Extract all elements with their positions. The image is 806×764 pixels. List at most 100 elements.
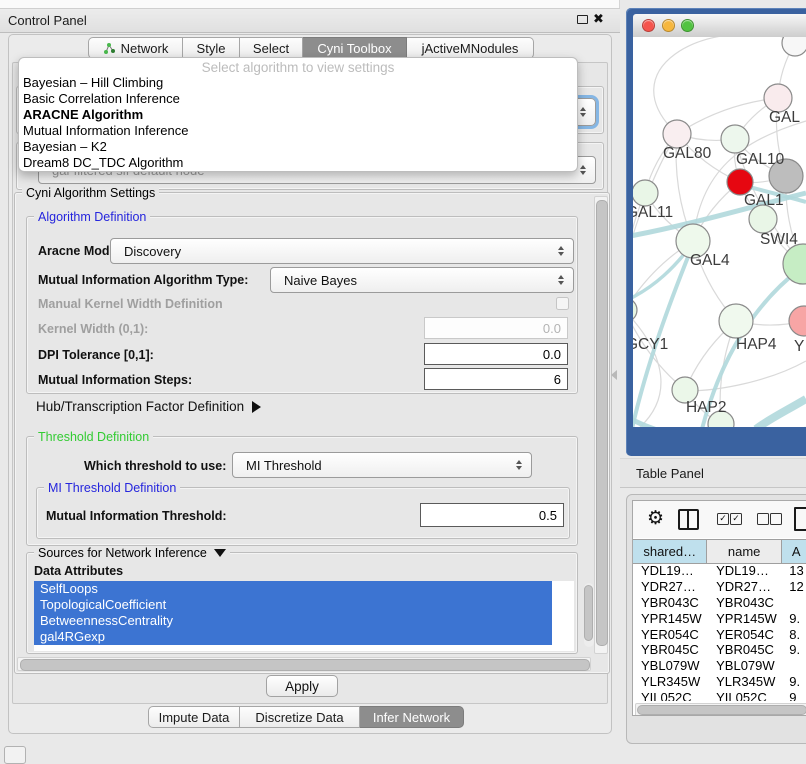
which-threshold-combobox[interactable]: MI Threshold xyxy=(232,452,532,478)
graph-node-salmon-node[interactable] xyxy=(789,306,806,336)
table-cell: YDL19… xyxy=(633,563,708,578)
data-attribute-item[interactable]: TopologicalCoefficient xyxy=(34,597,552,613)
data-attribute-item[interactable]: SelfLoops xyxy=(34,581,552,597)
checked-checkbox-icon[interactable]: ✓ xyxy=(730,513,742,525)
combo-arrows-icon xyxy=(558,275,564,285)
checked-checkbox-icon[interactable]: ✓ xyxy=(717,513,729,525)
graph-node-HAP4[interactable] xyxy=(719,304,753,338)
minimize-traffic-light-icon[interactable] xyxy=(662,19,675,32)
table-cell: YBR043C xyxy=(708,595,781,610)
table-row[interactable]: YBL079WYBL079W xyxy=(633,658,806,674)
kernel-width-field[interactable]: 0.0 xyxy=(424,317,568,339)
sources-group-title-row[interactable]: Sources for Network Inference xyxy=(34,546,230,560)
close-icon[interactable]: ✖ xyxy=(593,11,604,27)
algorithm-option[interactable]: ARACNE Algorithm xyxy=(19,107,577,123)
tab-select[interactable]: Select xyxy=(240,37,303,59)
table-body[interactable]: YDL19…YDL19…13YDR27…YDR27…12YBR043CYBR04… xyxy=(633,563,806,701)
tab-jactivemnodules[interactable]: jActiveMNodules xyxy=(407,37,534,59)
mi-threshold-group-title: MI Threshold Definition xyxy=(44,481,180,495)
tab-network[interactable]: Network xyxy=(88,37,183,59)
kernel-width-value: 0.0 xyxy=(543,321,561,336)
table-row[interactable]: YPR145WYPR145W9. xyxy=(633,610,806,626)
mi-type-combobox[interactable]: Naive Bayes xyxy=(270,267,574,293)
columns-icon[interactable] xyxy=(678,509,699,530)
scrollbar-thumb[interactable] xyxy=(596,200,608,646)
graph-node-node-top[interactable] xyxy=(782,37,806,56)
table-cell: YDR27… xyxy=(708,579,781,594)
table-panel-title: Table Panel xyxy=(620,466,704,481)
algorithm-option[interactable]: Dream8 DC_TDC Algorithm xyxy=(19,155,577,171)
close-traffic-light-icon[interactable] xyxy=(642,19,655,32)
tab-cyni-toolbox[interactable]: Cyni Toolbox xyxy=(303,37,407,59)
tab-infer-network[interactable]: Infer Network xyxy=(360,706,464,728)
splitpane-toggle[interactable] xyxy=(611,370,617,380)
unchecked-checkbox-icon[interactable] xyxy=(770,513,782,525)
algorithm-option[interactable]: Bayesian – K2 xyxy=(19,139,577,155)
minimized-panel-icon[interactable] xyxy=(4,746,26,764)
table-row[interactable]: YIL052CYIL052C9 xyxy=(633,689,806,701)
settings-horizontal-scrollbar[interactable] xyxy=(17,657,591,671)
graph-node-label: GAL1 xyxy=(744,192,784,209)
float-window-icon[interactable] xyxy=(577,15,588,24)
bottom-tabbar: Impute Data Discretize Data Infer Networ… xyxy=(148,706,464,729)
graph-node-GCY1[interactable] xyxy=(633,298,637,322)
algorithm-option[interactable]: Bayesian – Hill Climbing xyxy=(19,75,577,91)
tab-label: Style xyxy=(197,41,226,56)
column-header-shared-name[interactable]: shared… xyxy=(633,540,707,563)
table-row[interactable]: YBR045CYBR045C9. xyxy=(633,642,806,658)
mi-steps-field[interactable]: 6 xyxy=(424,368,568,390)
table-cell: 8. xyxy=(781,627,806,642)
combo-arrows-icon xyxy=(580,107,586,117)
network-canvas[interactable]: GALGAL80GAL10GAL1GAL11GAL4SWI4GCY1HAP4YH… xyxy=(633,37,806,427)
graph-node-label: GCY1 xyxy=(633,336,668,353)
graph-node-GAL80[interactable] xyxy=(663,120,691,148)
list-scrollbar-thumb[interactable] xyxy=(584,585,593,641)
scrollbar-thumb[interactable] xyxy=(20,659,590,671)
graph-node-green-mid[interactable] xyxy=(749,205,777,233)
table-cell: 13 xyxy=(781,563,806,578)
algorithm-option[interactable]: Mutual Information Inference xyxy=(19,123,577,139)
table-row[interactable]: YBR043CYBR043C xyxy=(633,595,806,611)
table-cell: YER054C xyxy=(633,627,708,642)
settings-vertical-scrollbar[interactable] xyxy=(594,196,608,654)
algorithm-dropdown-list: Bayesian – Hill ClimbingBasic Correlatio… xyxy=(19,75,577,171)
graph-node-label: HAP2 xyxy=(686,399,727,416)
apply-label: Apply xyxy=(285,679,319,694)
table-row[interactable]: YDL19…YDL19…13 xyxy=(633,563,806,579)
tab-discretize-data[interactable]: Discretize Data xyxy=(240,706,360,728)
unchecked-checkbox-icon[interactable] xyxy=(757,513,769,525)
table-row[interactable]: YLR345WYLR345W9. xyxy=(633,674,806,690)
network-view-window[interactable]: GALGAL80GAL10GAL1GAL11GAL4SWI4GCY1HAP4YH… xyxy=(626,8,806,456)
tab-impute-data[interactable]: Impute Data xyxy=(148,706,240,728)
table-row[interactable]: YER054CYER054C8. xyxy=(633,626,806,642)
control-panel-title: Control Panel xyxy=(0,13,87,28)
aracne-mode-value: Discovery xyxy=(124,244,181,259)
data-attribute-item[interactable]: gal4RGexp xyxy=(34,629,552,645)
graph-node-gal-partial[interactable] xyxy=(764,84,792,112)
data-attribute-item[interactable]: BetweennessCentrality xyxy=(34,613,552,629)
manual-kernel-checkbox[interactable] xyxy=(556,297,569,310)
table-cell: YIL052C xyxy=(633,690,708,701)
mi-threshold-field[interactable]: 0.5 xyxy=(420,503,564,527)
scrollbar-thumb[interactable] xyxy=(637,705,806,715)
table-horizontal-scrollbar[interactable] xyxy=(635,703,806,716)
table-row[interactable]: YDR27…YDR27…12 xyxy=(633,579,806,595)
data-attributes-list[interactable]: SelfLoopsTopologicalCoefficientBetweenne… xyxy=(34,581,574,651)
tab-style[interactable]: Style xyxy=(183,37,240,59)
hub-definition-toggle[interactable]: Hub/Transcription Factor Definition xyxy=(36,399,261,414)
graph-node-GAL11[interactable] xyxy=(633,180,658,206)
graph-node-GAL10[interactable] xyxy=(721,125,749,153)
aracne-mode-combobox[interactable]: Discovery xyxy=(110,238,574,264)
algorithm-option[interactable]: Basic Correlation Inference xyxy=(19,91,577,107)
column-header-name[interactable]: name xyxy=(707,540,781,563)
sources-group-title: Sources for Network Inference xyxy=(38,546,207,560)
dpi-tolerance-field[interactable]: 0.0 xyxy=(424,343,568,365)
graph-node-label: Y xyxy=(794,338,804,355)
column-header-partial[interactable]: A xyxy=(782,540,806,563)
combo-arrows-icon xyxy=(516,460,522,470)
network-window-titlebar[interactable] xyxy=(633,14,806,38)
gear-icon[interactable]: ⚙ xyxy=(647,507,664,530)
apply-button[interactable]: Apply xyxy=(266,675,338,697)
file-icon[interactable] xyxy=(794,507,806,531)
maximize-traffic-light-icon[interactable] xyxy=(681,19,694,32)
